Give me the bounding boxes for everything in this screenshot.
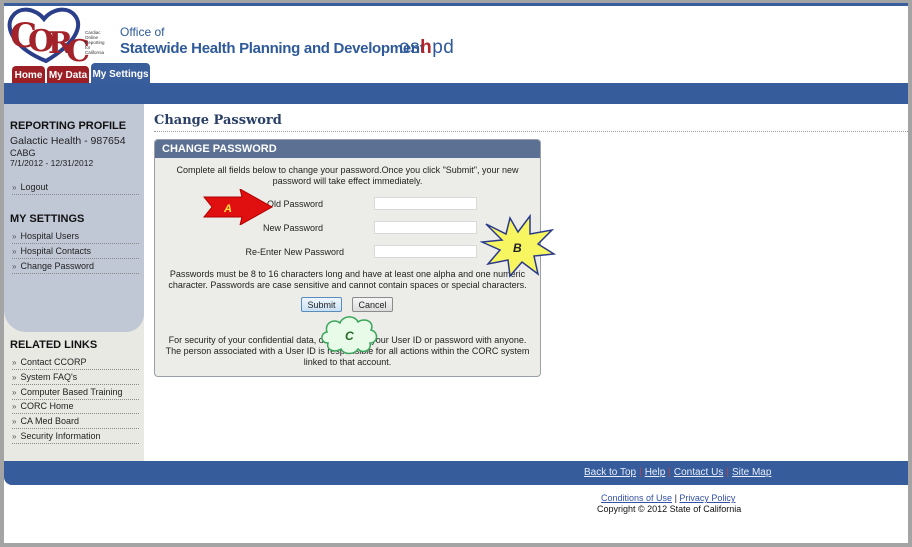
sidebar-item-change-password[interactable]: » Change Password [12, 260, 139, 274]
double-arrow-icon: » [12, 388, 17, 397]
link-label: CA Med Board [20, 416, 79, 426]
panel-title: CHANGE PASSWORD [155, 140, 540, 158]
double-arrow-icon: » [12, 232, 17, 241]
related-link-ca-med-board[interactable]: » CA Med Board [12, 415, 139, 429]
related-link-corc-home[interactable]: » CORC Home [12, 400, 139, 414]
link-label: Computer Based Training [20, 387, 123, 397]
footer-links: Back to Top | Help | Contact Us | Site Map [584, 467, 771, 478]
link-label: Hospital Users [20, 231, 79, 241]
double-arrow-icon: » [12, 417, 17, 426]
legal-links: Conditions of Use | Privacy Policy [601, 493, 735, 503]
password-rules-line2: character. Passwords are case sensitive … [168, 280, 527, 290]
related-link-security-information[interactable]: » Security Information [12, 430, 139, 444]
site-map-link[interactable]: Site Map [732, 467, 771, 478]
related-link-contact-ccorp[interactable]: » Contact CCORP [12, 356, 139, 370]
facility-name: Galactic Health - 987654 [10, 135, 126, 147]
sidebar-item-hospital-contacts[interactable]: » Hospital Contacts [12, 245, 139, 259]
back-to-top-link[interactable]: Back to Top [584, 467, 636, 478]
separator: | [726, 467, 729, 478]
double-arrow-icon: » [12, 373, 17, 382]
link-label: Change Password [20, 261, 94, 271]
annotation-starburst-b: B [480, 214, 556, 278]
contact-us-link[interactable]: Contact Us [674, 467, 723, 478]
logout-link[interactable]: » Logout [12, 181, 139, 195]
link-label: Security Information [20, 431, 101, 441]
double-arrow-icon: » [12, 402, 17, 411]
corc-logo[interactable]: C O R C Cardiac Online Reporting for Cal… [6, 7, 111, 65]
annotation-c-label: C [345, 329, 354, 343]
submit-button[interactable]: Submit [301, 297, 342, 312]
old-password-input[interactable] [374, 197, 477, 210]
link-label: Contact CCORP [20, 357, 87, 367]
reporting-period: 7/1/2012 - 12/31/2012 [10, 158, 94, 168]
conditions-of-use-link[interactable]: Conditions of Use [601, 493, 672, 503]
my-settings-heading: MY SETTINGS [10, 213, 85, 225]
logo-subtext: California [85, 50, 105, 55]
oshpd-logo[interactable]: oshpd [399, 37, 454, 59]
logout-label: Logout [20, 182, 48, 192]
link-label: Hospital Contacts [20, 246, 91, 256]
security-notice-line3: linked to that account. [303, 357, 392, 367]
oshpd-logo-left: os [399, 37, 421, 58]
cancel-button[interactable]: Cancel [352, 297, 393, 312]
help-link[interactable]: Help [645, 467, 666, 478]
double-arrow-icon: » [12, 183, 17, 192]
privacy-policy-link[interactable]: Privacy Policy [679, 493, 735, 503]
browser-page: C O R C Cardiac Online Reporting for Cal… [4, 3, 908, 543]
annotation-a-label: A [223, 203, 232, 215]
org-name: Statewide Health Planning and Developmen… [120, 40, 425, 57]
top-stripe [4, 3, 908, 6]
org-office-line: Office of [120, 25, 165, 39]
annotation-arrow-a: A [202, 189, 274, 225]
page-title: Change Password [154, 113, 282, 128]
separator: | [668, 467, 671, 478]
link-label: System FAQ's [20, 372, 78, 382]
annotation-b-label: B [513, 241, 522, 255]
oshpd-logo-right: pd [432, 37, 455, 58]
related-link-computer-based-training[interactable]: » Computer Based Training [12, 386, 139, 400]
title-divider [154, 131, 908, 132]
related-link-system-faqs[interactable]: » System FAQ's [12, 371, 139, 385]
reenter-password-label: Re-Enter New Password [245, 247, 344, 257]
double-arrow-icon: » [12, 247, 17, 256]
annotation-cloud-c: C [321, 316, 378, 355]
footer-band [4, 461, 908, 485]
double-arrow-icon: » [12, 432, 17, 441]
copyright-text: Copyright © 2012 State of California [597, 504, 742, 514]
double-arrow-icon: » [12, 262, 17, 271]
double-arrow-icon: » [12, 358, 17, 367]
related-links-heading: RELATED LINKS [10, 339, 98, 351]
oshpd-logo-mid: h [420, 37, 433, 58]
reenter-password-input[interactable] [374, 245, 477, 258]
new-password-input[interactable] [374, 221, 477, 234]
separator: | [674, 493, 677, 503]
program-name: CABG [10, 148, 36, 158]
sidebar: REPORTING PROFILE Galactic Health - 9876… [4, 104, 144, 461]
link-label: CORC Home [20, 401, 74, 411]
intro-text-line2: password will take effect immediately. [272, 176, 423, 186]
nav-band [4, 83, 908, 104]
separator: | [639, 467, 642, 478]
sidebar-item-hospital-users[interactable]: » Hospital Users [12, 230, 139, 244]
reporting-profile-heading: REPORTING PROFILE [10, 120, 127, 132]
